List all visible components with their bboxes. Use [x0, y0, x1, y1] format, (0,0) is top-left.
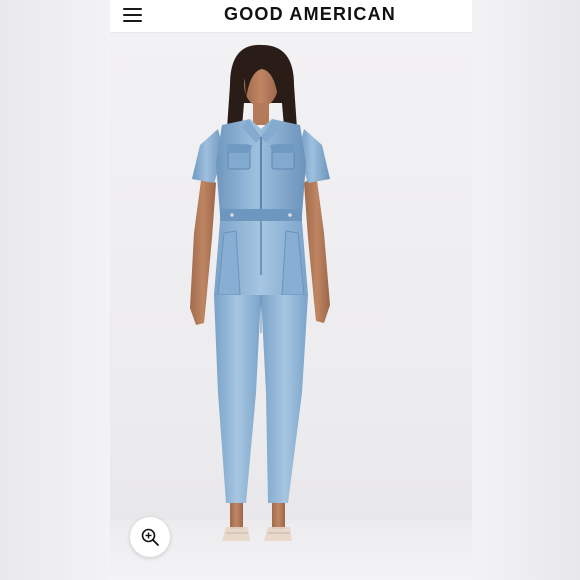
- magnifier-plus-icon: [141, 528, 159, 546]
- mobile-product-page: GOOD AMERICAN: [110, 0, 472, 580]
- product-image[interactable]: [110, 33, 472, 580]
- model-in-denim-jumpsuit: [190, 44, 330, 541]
- top-navigation-bar: GOOD AMERICAN: [110, 0, 472, 33]
- left-backdrop: [0, 0, 110, 580]
- right-backdrop: [472, 0, 580, 580]
- brand-logo[interactable]: GOOD AMERICAN: [110, 2, 472, 26]
- zoom-in-icon[interactable]: [130, 517, 170, 557]
